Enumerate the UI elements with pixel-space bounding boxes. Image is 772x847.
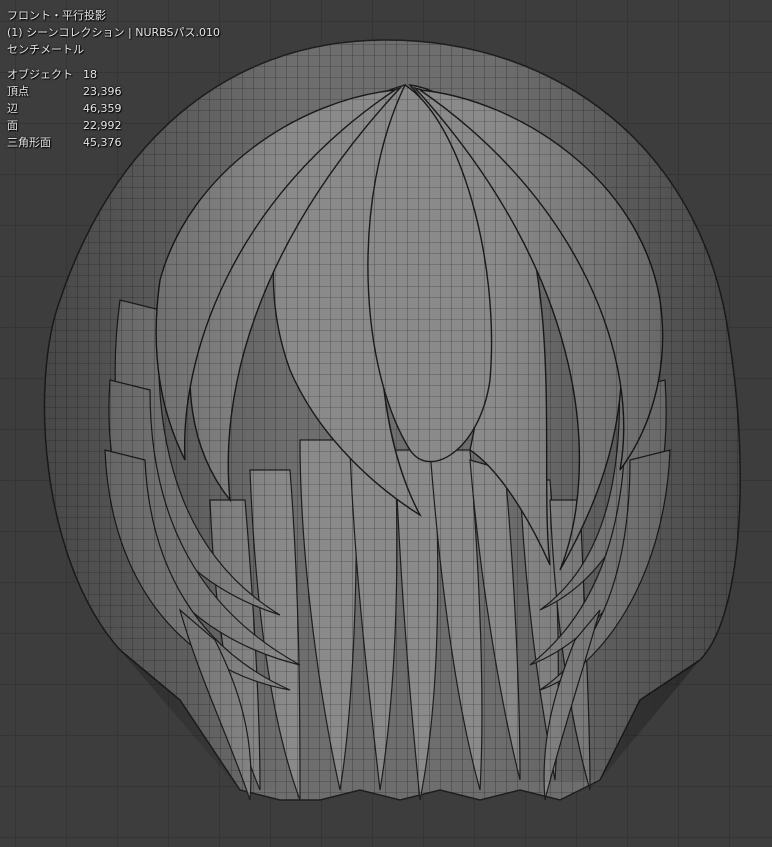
units-label: センチメートル: [7, 43, 84, 56]
stat-row-vertices: 頂点 23,396: [7, 83, 220, 100]
stat-label: 辺: [7, 102, 18, 115]
stat-label: オブジェクト: [7, 68, 73, 81]
stat-row-edges: 辺 46,359: [7, 100, 220, 117]
3d-viewport[interactable]: フロント・平行投影 (1) シーンコレクション | NURBSパス.010 セン…: [0, 0, 772, 847]
stat-label: 頂点: [7, 85, 29, 98]
stat-value: 22,992: [83, 119, 122, 132]
view-name: フロント・平行投影: [7, 9, 106, 22]
stat-value: 18: [83, 68, 97, 81]
stat-label: 面: [7, 119, 18, 132]
stat-value: 46,359: [83, 102, 122, 115]
viewport-text-info: フロント・平行投影 (1) シーンコレクション | NURBSパス.010 セン…: [7, 7, 220, 151]
stat-row-triangles: 三角形面 45,376: [7, 134, 220, 151]
stat-value: 45,376: [83, 136, 122, 149]
stat-value: 23,396: [83, 85, 122, 98]
stat-row-objects: オブジェクト 18: [7, 66, 220, 83]
collection-line: (1) シーンコレクション | NURBSパス.010: [7, 26, 220, 39]
stat-row-faces: 面 22,992: [7, 117, 220, 134]
stat-label: 三角形面: [7, 136, 51, 149]
